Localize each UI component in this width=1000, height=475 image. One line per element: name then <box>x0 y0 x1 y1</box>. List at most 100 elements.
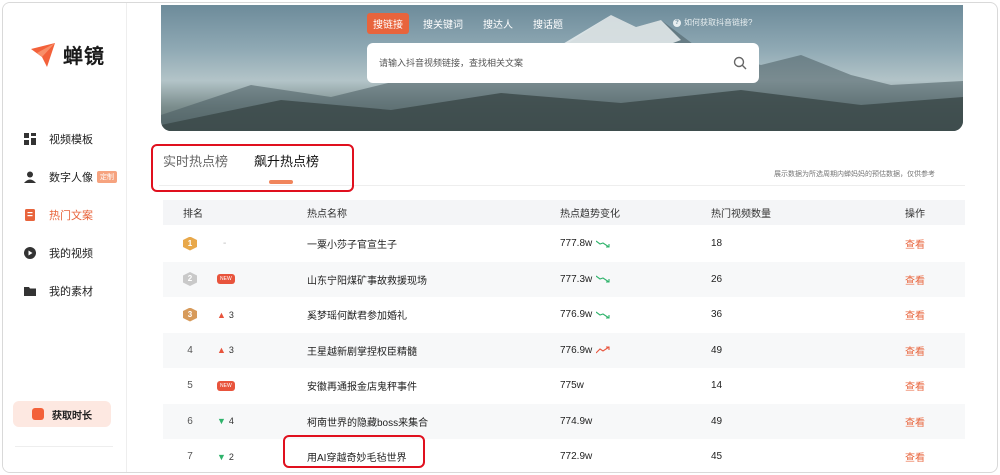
heat-value: 776.9w <box>560 344 593 356</box>
video-count: 45 <box>711 451 723 462</box>
heat-value: 775w <box>560 380 584 391</box>
hot-topic-name[interactable]: 一粟小莎子官宣生子 <box>307 226 397 261</box>
hot-topic-name[interactable]: 奚梦瑶何猷君参加婚礼 <box>307 297 407 332</box>
tab-search-link[interactable]: 搜链接 <box>367 13 409 34</box>
rank-cell: 7 <box>183 439 197 472</box>
heat-value: 772.9w <box>560 451 593 462</box>
no-change-dash: - <box>223 238 227 249</box>
view-link[interactable]: 查看 <box>905 368 925 403</box>
hot-topic-name[interactable]: 安徽再通报金店鬼秤事件 <box>307 368 417 403</box>
video-count: 14 <box>711 380 723 391</box>
heat-cell: 774.9w <box>560 404 592 439</box>
sidebar-item-label: 热门文案 <box>49 210 93 222</box>
search-icon[interactable] <box>733 56 747 70</box>
tab-search-creator[interactable]: 搜达人 <box>483 16 513 31</box>
arrow-up-icon: ▲ <box>217 309 226 320</box>
search-mode-tabs: 搜链接 搜关键词 搜达人 搜话题 <box>367 13 583 34</box>
search-banner: 搜链接 搜关键词 搜达人 搜话题 ? 如何获取抖音链接? <box>161 5 963 131</box>
trend-down-icon <box>596 311 610 319</box>
rank-number: 7 <box>187 451 193 462</box>
table-row: 4 ▲ 3 王星越新剧掌捏权臣精髓 776.9w 49 查看 <box>163 332 965 368</box>
brand-name: 蝉镜 <box>63 46 105 68</box>
rank-number: 5 <box>187 380 193 391</box>
trend-down-icon <box>596 240 610 248</box>
search-input[interactable] <box>379 58 709 68</box>
header-op: 操作 <box>905 209 925 220</box>
trend-down-icon <box>596 275 610 283</box>
rank-number: 6 <box>187 415 193 427</box>
tab-search-keyword[interactable]: 搜关键词 <box>423 16 463 31</box>
tabs-highlight-box <box>151 144 354 192</box>
rank-cell: 1 <box>183 226 197 261</box>
sidebar-item-label: 我的素材 <box>49 286 93 298</box>
video-count: 49 <box>711 415 723 427</box>
table-header: 排名 热点名称 热点趋势变化 热门视频数量 操作 <box>163 200 965 225</box>
heat-value: 777.3w <box>560 273 593 285</box>
rank-change-value: 3 <box>228 345 234 355</box>
arrow-down-icon: ▼ <box>217 416 226 426</box>
sidebar-item-label: 我的视频 <box>49 248 93 260</box>
hot-topic-name[interactable]: 山东宁阳煤矿事故救援现场 <box>307 262 427 297</box>
view-link[interactable]: 查看 <box>905 404 925 439</box>
question-icon: ? <box>673 18 681 27</box>
view-link[interactable]: 查看 <box>905 262 925 297</box>
heat-cell: 777.8w <box>560 226 610 261</box>
rank-change-value: 4 <box>228 416 234 426</box>
table-row: 2 NEW 山东宁阳煤矿事故救援现场 777.3w 26 查看 <box>163 261 965 297</box>
custom-badge: 定制 <box>97 171 117 183</box>
rank-change-cell: NEW <box>217 262 235 297</box>
header-count: 热门视频数量 <box>711 209 771 220</box>
rank-cell: 4 <box>183 333 197 368</box>
get-duration-button[interactable]: 获取时长 <box>13 401 111 427</box>
video-count: 49 <box>711 344 723 356</box>
heat-cell: 776.9w <box>560 333 610 368</box>
sidebar-item-my-materials[interactable]: 我的素材 <box>23 282 93 300</box>
hot-topic-name[interactable]: 柯南世界的隐藏boss来集合 <box>307 404 428 439</box>
rank-change-value: 2 <box>228 451 234 462</box>
sidebar-item-label: 视频模板 <box>49 134 93 146</box>
sidebar: 蝉镜 视频模板 数字人像 定制 热门文案 我的视频 我的素材 获取时长 <box>3 3 127 472</box>
person-icon <box>23 170 37 184</box>
heat-value: 777.8w <box>560 238 593 249</box>
heat-cell: 777.3w <box>560 262 610 297</box>
bronze-medal-icon: 3 <box>183 307 197 322</box>
tab-search-topic[interactable]: 搜话题 <box>533 16 563 31</box>
header-name: 热点名称 <box>307 209 347 220</box>
rank-number: 4 <box>187 344 193 356</box>
brand-logo-icon <box>31 42 55 67</box>
view-link[interactable]: 查看 <box>905 297 925 332</box>
view-link[interactable]: 查看 <box>905 439 925 472</box>
data-disclaimer: 展示数据为所选周期内蝉妈妈的预估数据，仅供参考 <box>774 171 935 178</box>
view-link[interactable]: 查看 <box>905 226 925 261</box>
sidebar-item-hot-copy[interactable]: 热门文案 <box>23 206 93 224</box>
row-highlight-box <box>283 435 425 468</box>
heat-cell: 772.9w <box>560 439 593 472</box>
arrow-down-icon: ▼ <box>217 451 226 462</box>
rank-change-cell: ▼ 2 <box>217 439 234 472</box>
rank-change-cell: ▲ 3 <box>217 333 234 368</box>
heat-value: 774.9w <box>560 415 593 427</box>
sidebar-item-video-templates[interactable]: 视频模板 <box>23 130 93 148</box>
play-circle-icon <box>23 246 37 260</box>
rank-change-cell: ▼ 4 <box>217 404 234 439</box>
rank-cell: 6 <box>183 404 197 439</box>
sidebar-item-label: 数字人像 <box>49 172 93 184</box>
table-row: 6 ▼ 4 柯南世界的隐藏boss来集合 774.9w 49 查看 <box>163 403 965 439</box>
brand-logo[interactable]: 蝉镜 <box>29 40 105 69</box>
table-row: 3 ▲ 3 奚梦瑶何猷君参加婚礼 776.9w 36 查看 <box>163 297 965 332</box>
video-count: 26 <box>711 273 723 285</box>
new-badge: NEW <box>217 380 235 391</box>
new-badge: NEW <box>217 274 235 284</box>
help-link[interactable]: ? 如何获取抖音链接? <box>673 17 752 28</box>
hot-topic-name[interactable]: 王星越新剧掌捏权臣精髓 <box>307 333 417 368</box>
rank-change-cell: - <box>217 226 226 261</box>
video-count: 18 <box>711 238 723 249</box>
heat-cell: 776.9w <box>560 297 610 332</box>
table-row: 5 NEW 安徽再通报金店鬼秤事件 775w 14 查看 <box>163 368 965 403</box>
view-link[interactable]: 查看 <box>905 333 925 368</box>
sidebar-divider <box>15 446 113 447</box>
sidebar-item-my-videos[interactable]: 我的视频 <box>23 244 93 262</box>
header-trend: 热点趋势变化 <box>560 209 620 220</box>
silver-medal-icon: 2 <box>183 272 197 286</box>
sidebar-item-digital-human[interactable]: 数字人像 定制 <box>23 168 117 186</box>
